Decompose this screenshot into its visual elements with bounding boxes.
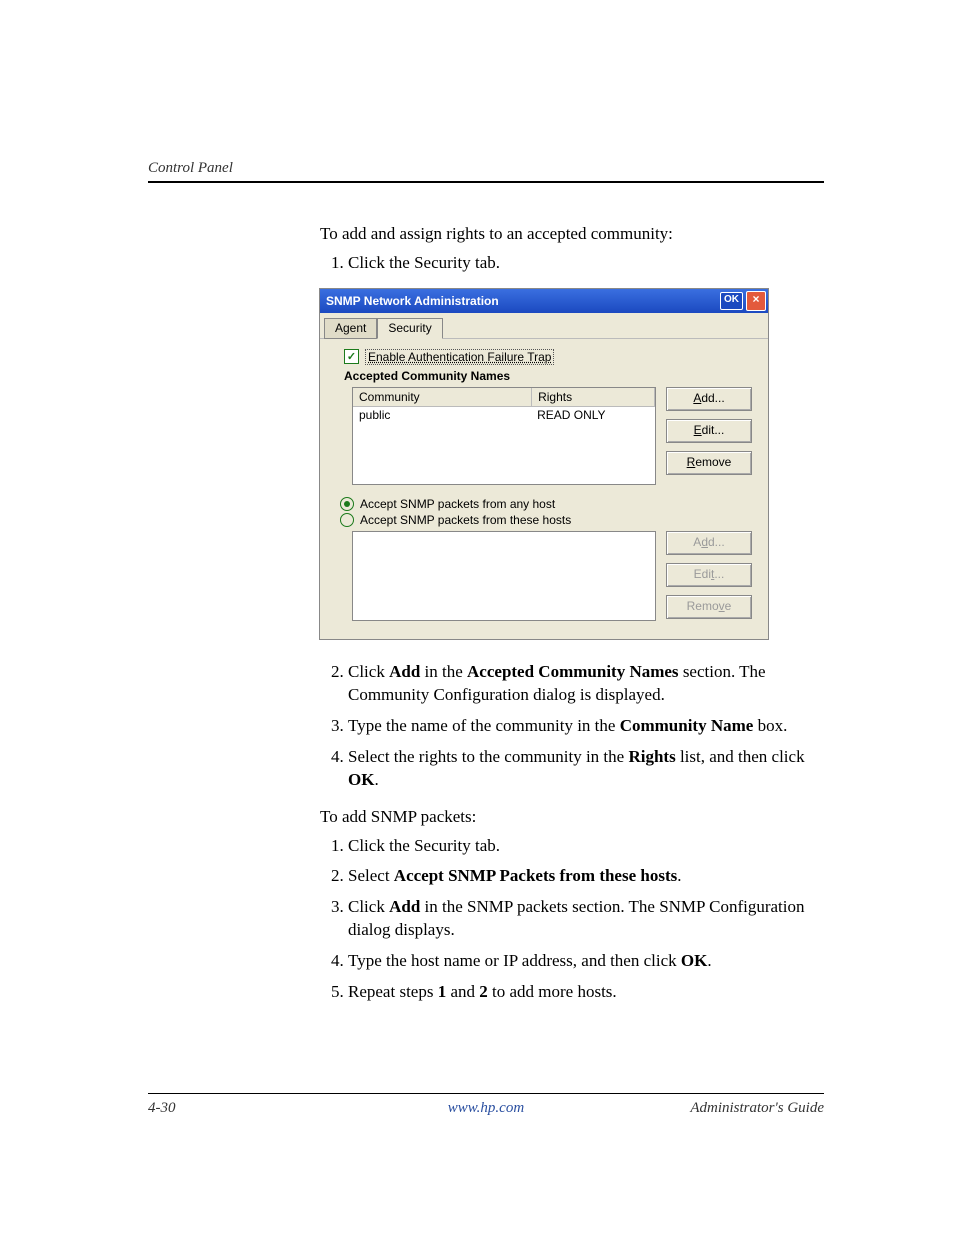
steps-list-1: Click the Security tab. — [320, 252, 824, 275]
header-rule — [148, 181, 824, 183]
tab-strip: Agent Security — [320, 313, 768, 339]
step-item: Click Add in the SNMP packets section. T… — [348, 896, 824, 942]
step-item: Click Add in the Accepted Community Name… — [348, 661, 824, 707]
column-header-community[interactable]: Community — [353, 388, 532, 406]
radio-label-any[interactable]: Accept SNMP packets from any host — [360, 497, 555, 511]
footer-rule — [148, 1093, 824, 1094]
step-item: Type the name of the community in the Co… — [348, 715, 824, 738]
page-number: 4-30 — [148, 1100, 373, 1117]
hosts-listview — [352, 531, 656, 621]
radio-these-hosts[interactable] — [340, 513, 354, 527]
table-row[interactable]: public READ ONLY — [353, 407, 655, 423]
titlebar: SNMP Network Administration OK × — [320, 289, 768, 313]
section-header: Control Panel — [148, 160, 824, 177]
footer-title: Administrator's Guide — [599, 1100, 824, 1117]
group-title-accepted-names: Accepted Community Names — [344, 369, 758, 383]
add-button[interactable]: Add... — [666, 387, 752, 411]
step-item: Type the host name or IP address, and th… — [348, 950, 824, 973]
dialog-screenshot: SNMP Network Administration OK × Agent S… — [320, 289, 768, 639]
step-item: Repeat steps 1 and 2 to add more hosts. — [348, 981, 824, 1004]
checkbox-label[interactable]: Enable Authentication Failure Trap — [365, 349, 554, 365]
footer-url: www.hp.com — [373, 1100, 598, 1117]
hosts-remove-button: Remove — [666, 595, 752, 619]
intro-paragraph-2: To add SNMP packets: — [320, 806, 824, 829]
tab-agent[interactable]: Agent — [324, 318, 377, 339]
steps-list-3: Click the Security tab. Select Accept SN… — [320, 835, 824, 1005]
step-item: Click the Security tab. — [348, 835, 824, 858]
dialog-title: SNMP Network Administration — [326, 294, 499, 308]
cell-rights: READ ONLY — [531, 407, 655, 423]
radio-any-host[interactable] — [340, 497, 354, 511]
cell-community: public — [353, 407, 531, 423]
step-item: Select Accept SNMP Packets from these ho… — [348, 865, 824, 888]
tab-security[interactable]: Security — [377, 318, 442, 339]
step-item: Click the Security tab. — [348, 252, 824, 275]
edit-button[interactable]: Edit... — [666, 419, 752, 443]
column-header-rights[interactable]: Rights — [532, 388, 655, 406]
hosts-add-button: Add... — [666, 531, 752, 555]
step-item: Select the rights to the community in th… — [348, 746, 824, 792]
intro-paragraph: To add and assign rights to an accepted … — [320, 223, 824, 246]
close-icon[interactable]: × — [746, 291, 766, 311]
hosts-edit-button: Edit... — [666, 563, 752, 587]
remove-button[interactable]: Remove — [666, 451, 752, 475]
steps-list-2: Click Add in the Accepted Community Name… — [320, 661, 824, 792]
radio-label-these[interactable]: Accept SNMP packets from these hosts — [360, 513, 571, 527]
checkbox-auth-failure-trap[interactable]: ✓ — [344, 349, 359, 364]
community-listview[interactable]: Community Rights public READ ONLY — [352, 387, 656, 485]
titlebar-ok-button[interactable]: OK — [720, 292, 743, 310]
